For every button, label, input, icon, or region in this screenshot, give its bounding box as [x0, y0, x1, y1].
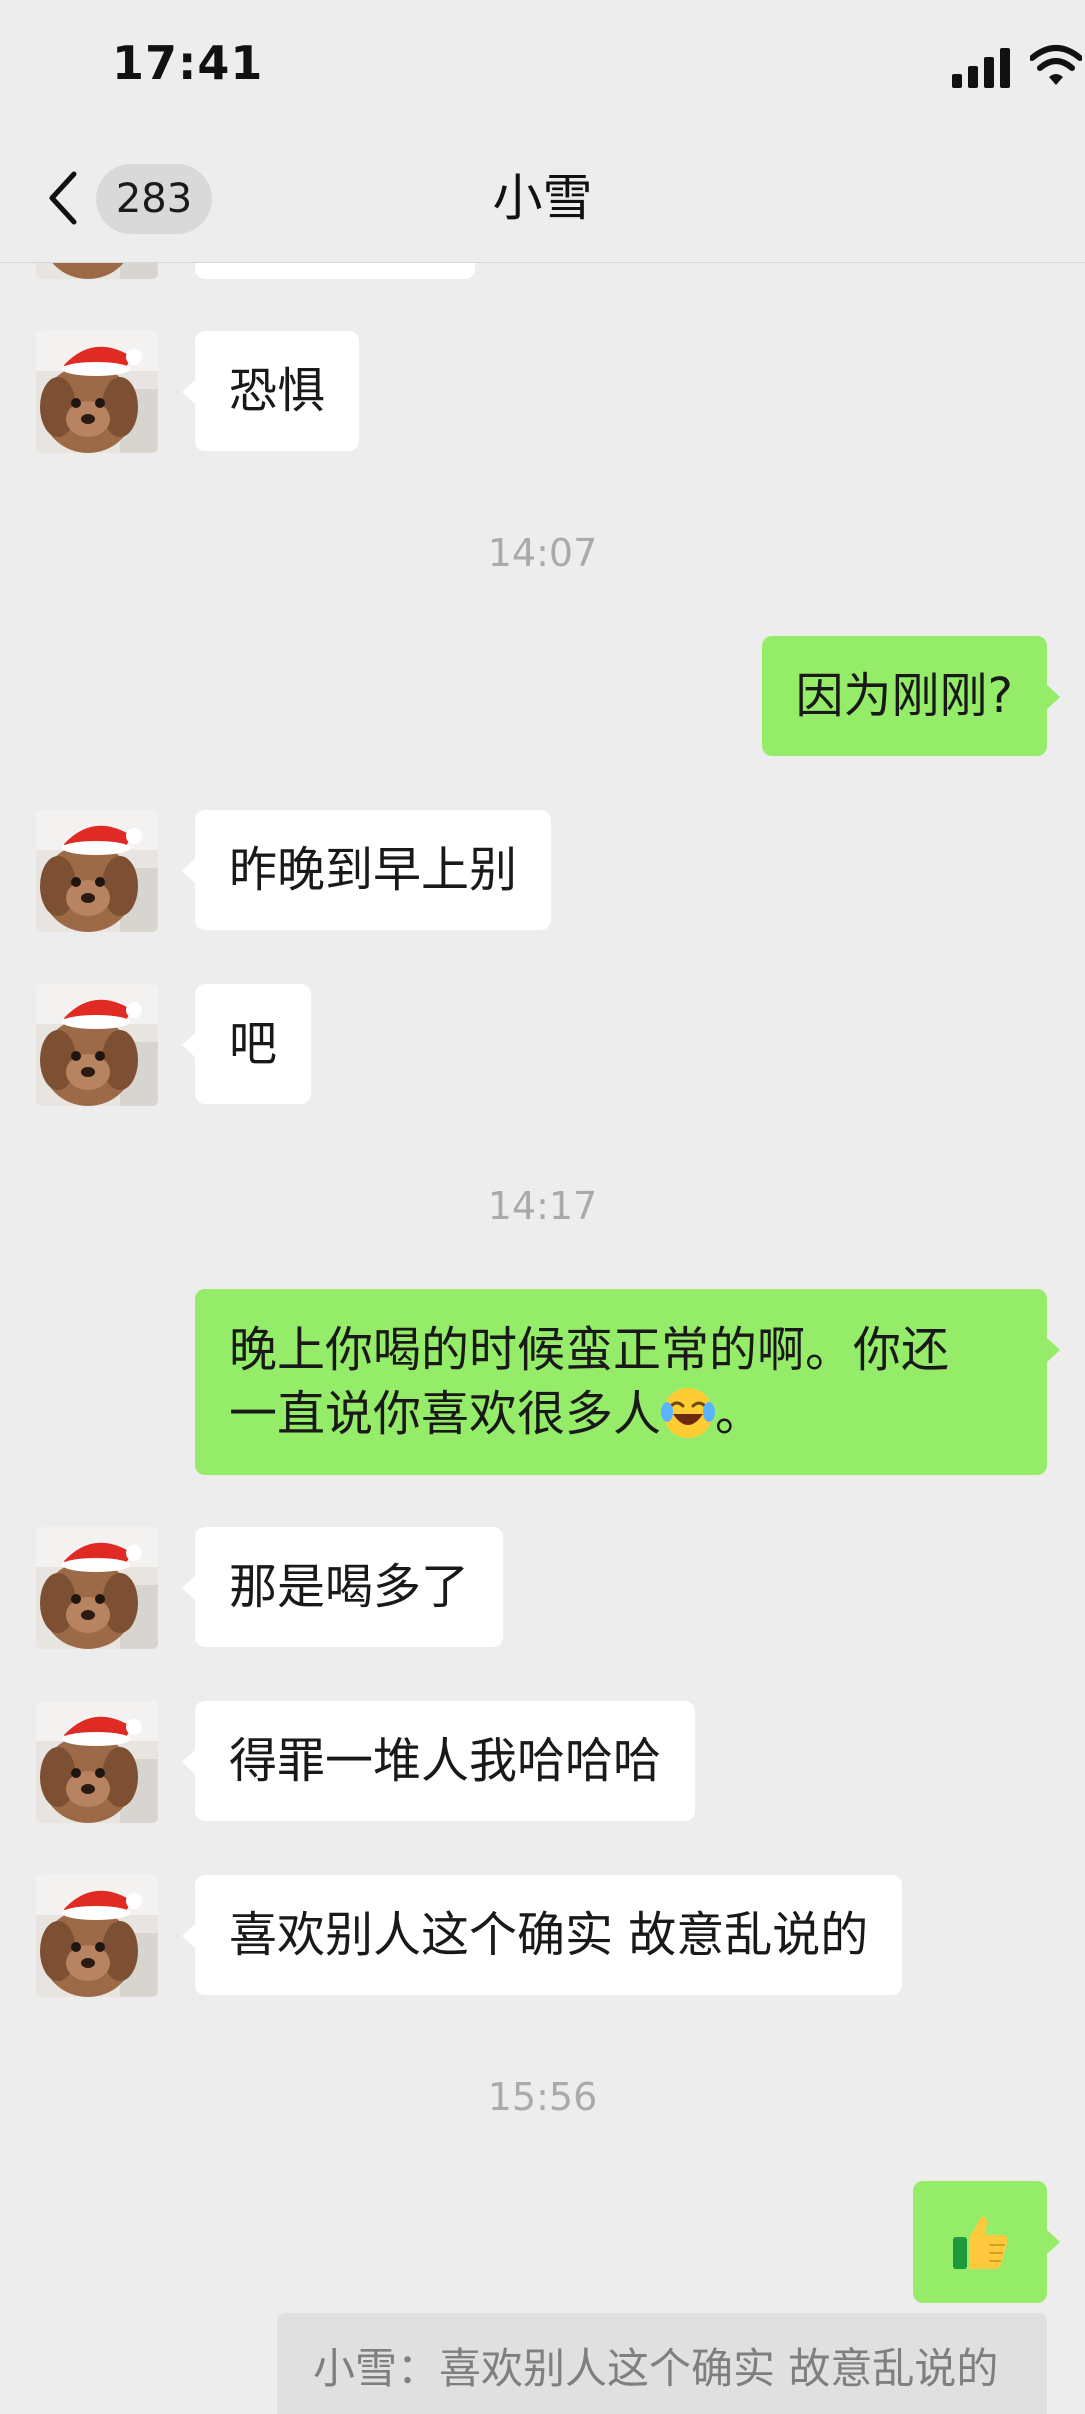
- outgoing-message-bubble[interactable]: 因为刚刚?: [761, 636, 1061, 756]
- message-text-line: 晚上你喝的时候蛮正常的啊。你还: [229, 1322, 950, 1378]
- incoming-message-bubble[interactable]: 吧: [181, 984, 312, 1104]
- message-text-line: 。: [715, 1386, 764, 1442]
- thumbs-up-icon: [953, 2216, 1008, 2269]
- message-list[interactable]: 恐惧 14:07 因为刚刚? 昨晚到早上别 吧 14:17 晚上你喝的时候蛮正常…: [0, 263, 1085, 2414]
- contact-avatar[interactable]: [36, 1875, 158, 1997]
- outgoing-message-bubble[interactable]: [913, 2181, 1060, 2303]
- status-time: 17:41: [112, 36, 264, 90]
- incoming-message-bubble[interactable]: 得罪一堆人我哈哈哈: [181, 1701, 696, 1821]
- contact-avatar[interactable]: [36, 810, 158, 932]
- status-bar: 17:41: [0, 0, 1085, 140]
- message-bubble-partial[interactable]: [195, 263, 475, 279]
- quoted-message-preview[interactable]: 小雪：喜欢别人这个确实 故意乱说的: [277, 2313, 1047, 2414]
- incoming-message-bubble[interactable]: 恐惧: [181, 331, 360, 451]
- incoming-message-bubble[interactable]: 喜欢别人这个确实 故意乱说的: [181, 1875, 903, 1995]
- contact-avatar[interactable]: [36, 331, 158, 453]
- contact-avatar[interactable]: [36, 1527, 158, 1649]
- contact-avatar[interactable]: [36, 984, 158, 1106]
- face-with-tears-of-joy-icon: [661, 1388, 716, 1438]
- message-timestamp: 14:07: [487, 531, 598, 575]
- chat-header: 283 小雪: [0, 140, 1085, 263]
- incoming-message-bubble[interactable]: 那是喝多了: [181, 1527, 504, 1647]
- wifi-icon: [1030, 45, 1082, 85]
- message-text-line: 一直说你喜欢很多人: [229, 1386, 662, 1442]
- chat-title: 小雪: [492, 169, 593, 227]
- cellular-signal-icon: [952, 48, 1010, 88]
- contact-avatar[interactable]: [36, 1701, 158, 1823]
- message-timestamp: 14:17: [487, 1184, 598, 1228]
- contact-avatar[interactable]: [36, 263, 158, 279]
- incoming-message-bubble[interactable]: 昨晚到早上别: [181, 810, 552, 930]
- outgoing-message-bubble[interactable]: 晚上你喝的时候蛮正常的啊。你还 一直说你喜欢很多人 。: [195, 1289, 1060, 1475]
- message-timestamp: 15:56: [487, 2075, 598, 2119]
